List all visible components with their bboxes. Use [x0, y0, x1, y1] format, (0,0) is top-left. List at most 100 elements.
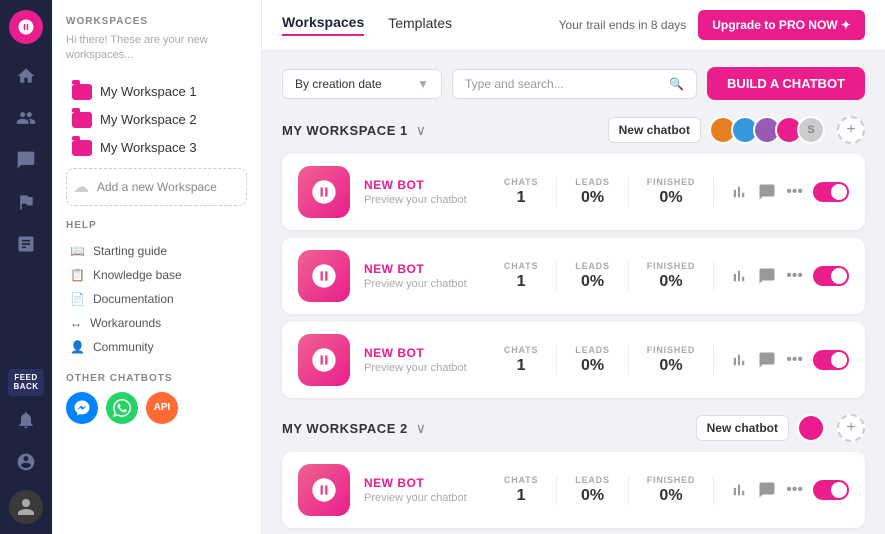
build-chatbot-button[interactable]: BUILD A CHATBOT	[707, 67, 865, 100]
bot-card-1-2: NEW BOT Preview your chatbot CHATS 1 LEA…	[282, 322, 865, 398]
search-box[interactable]: Type and search... 🔍	[452, 69, 697, 99]
content-area: By creation date ▼ Type and search... 🔍 …	[262, 51, 885, 534]
help-documentation[interactable]: 📄 Documentation	[66, 287, 247, 311]
sidebar-item-workspace-3[interactable]: My Workspace 3	[66, 134, 247, 162]
chat-preview-icon-1-2[interactable]	[758, 351, 776, 369]
help-starting-guide[interactable]: 📖 Starting guide	[66, 239, 247, 263]
analytics-icon-1-1[interactable]	[730, 267, 748, 285]
feedback-button[interactable]: FEEDBACK	[8, 369, 44, 396]
top-bar: Workspaces Templates Your trail ends in …	[262, 0, 885, 51]
stat-value-chats: 1	[504, 189, 538, 207]
help-section-title: HELP	[66, 220, 247, 231]
search-placeholder: Type and search...	[465, 77, 564, 91]
bot-card-1-0: NEW BOT Preview your chatbot CHATS 1 LEA…	[282, 154, 865, 230]
workspace-1-chevron[interactable]: ∨	[416, 122, 426, 139]
app-logo[interactable]	[9, 10, 43, 44]
bot-actions-1-0: •••	[730, 182, 849, 202]
help-item-label-3: Workarounds	[90, 316, 161, 330]
chat-preview-icon-2-0[interactable]	[758, 481, 776, 499]
workspace-section-1: MY WORKSPACE 1 ∨ New chatbot S +	[282, 116, 865, 398]
stat-value-leads: 0%	[575, 189, 610, 207]
workspace-1-label: My Workspace 1	[100, 84, 197, 99]
add-member-button-2[interactable]: +	[837, 414, 865, 442]
workspace-2-label: My Workspace 2	[100, 112, 197, 127]
new-chatbot-btn-2[interactable]: New chatbot	[696, 415, 789, 441]
nav-templates[interactable]: Templates	[388, 15, 452, 35]
sidebar-item-workspace-1[interactable]: My Workspace 1	[66, 78, 247, 106]
whatsapp-icon[interactable]	[106, 392, 138, 424]
stat-finished-1-0: FINISHED 0%	[629, 177, 714, 207]
chatbot-icons-row: API	[66, 392, 247, 424]
users-icon[interactable]	[8, 100, 44, 136]
chat-preview-icon-1-0[interactable]	[758, 183, 776, 201]
help-workarounds[interactable]: ↔ Workarounds	[66, 311, 247, 335]
bot-stats-1-0: CHATS 1 LEADS 0% FINISHED 0%	[504, 177, 714, 207]
more-options-icon-1-1[interactable]: •••	[786, 267, 803, 285]
analytics-icon-2-0[interactable]	[730, 481, 748, 499]
stat-label-chats: CHATS	[504, 177, 538, 187]
workspace-2-header: MY WORKSPACE 2 ∨ New chatbot +	[282, 414, 865, 442]
more-options-icon-1-2[interactable]: •••	[786, 351, 803, 369]
trial-text: Your trail ends in 8 days	[559, 18, 687, 32]
chart-icon[interactable]	[8, 226, 44, 262]
messenger-icon[interactable]	[66, 392, 98, 424]
toggle-1-0[interactable]	[813, 182, 849, 202]
api-icon[interactable]: API	[146, 392, 178, 424]
bot-icon-1-1	[298, 250, 350, 302]
workspace-section-2: MY WORKSPACE 2 ∨ New chatbot +	[282, 414, 865, 528]
bot-desc-1-0: Preview your chatbot	[364, 194, 504, 206]
help-knowledge-base[interactable]: 📋 Knowledge base	[66, 263, 247, 287]
bot-card-1-1: NEW BOT Preview your chatbot CHATS 1 LEA…	[282, 238, 865, 314]
add-member-button-1[interactable]: +	[837, 116, 865, 144]
stat-value-finished: 0%	[647, 189, 695, 207]
bot-stats-1-2: CHATS 1 LEADS 0% FINISHED 0%	[504, 345, 714, 375]
bot-icon-1-0	[298, 166, 350, 218]
help-item-label-4: Community	[93, 340, 154, 354]
upgrade-button[interactable]: Upgrade to PRO NOW ✦	[698, 10, 865, 40]
bot-actions-2-0: •••	[730, 480, 849, 500]
stat-chats-1-0: CHATS 1	[504, 177, 557, 207]
other-chatbots-title: OTHER CHATBOTS	[66, 373, 247, 384]
user-avatar-bottom[interactable]	[9, 490, 43, 524]
workspace-2-chevron[interactable]: ∨	[416, 420, 426, 437]
bot-stats-1-1: CHATS 1 LEADS 0% FINISHED 0%	[504, 261, 714, 291]
sidebar: WORKSPACES Hi there! These are your new …	[52, 0, 262, 534]
new-chatbot-btn-1[interactable]: New chatbot	[608, 117, 701, 143]
help-item-label-0: Starting guide	[93, 244, 167, 258]
bot-name-1-0: NEW BOT	[364, 178, 504, 192]
bot-actions-1-2: •••	[730, 350, 849, 370]
more-options-icon-2-0[interactable]: •••	[786, 481, 803, 499]
chat-icon[interactable]	[8, 142, 44, 178]
more-options-icon-1-0[interactable]: •••	[786, 183, 803, 201]
sidebar-item-workspace-2[interactable]: My Workspace 2	[66, 106, 247, 134]
bot-info-1-1: NEW BOT Preview your chatbot	[364, 262, 504, 290]
add-workspace-button[interactable]: ☁ Add a new Workspace	[66, 168, 247, 206]
analytics-icon-1-0[interactable]	[730, 183, 748, 201]
bell-icon[interactable]	[8, 402, 44, 438]
flag-icon[interactable]	[8, 184, 44, 220]
filter-bar: By creation date ▼ Type and search... 🔍 …	[282, 67, 865, 100]
filter-select[interactable]: By creation date ▼	[282, 69, 442, 99]
toggle-1-2[interactable]	[813, 350, 849, 370]
help-community[interactable]: 👤 Community	[66, 335, 247, 359]
nav-workspaces[interactable]: Workspaces	[282, 14, 364, 36]
analytics-icon-1-2[interactable]	[730, 351, 748, 369]
sidebar-title: WORKSPACES	[66, 16, 247, 27]
filter-label: By creation date	[295, 77, 382, 91]
toggle-2-0[interactable]	[813, 480, 849, 500]
avatar-extra: S	[797, 116, 825, 144]
toggle-1-1[interactable]	[813, 266, 849, 286]
avatar-ws2-1	[797, 414, 825, 442]
folder-icon-2	[72, 112, 92, 128]
main-content: Workspaces Templates Your trail ends in …	[262, 0, 885, 534]
sidebar-subtitle: Hi there! These are your new workspaces.…	[66, 33, 247, 64]
avatar-group-2	[797, 414, 825, 442]
workspace-1-header-left: MY WORKSPACE 1 ∨	[282, 122, 426, 139]
bot-icon-1-2	[298, 334, 350, 386]
settings-icon[interactable]	[8, 444, 44, 480]
bot-desc-1-2: Preview your chatbot	[364, 362, 504, 374]
home-icon[interactable]	[8, 58, 44, 94]
help-item-label-1: Knowledge base	[93, 268, 182, 282]
chat-preview-icon-1-1[interactable]	[758, 267, 776, 285]
stat-label-leads: LEADS	[575, 177, 610, 187]
